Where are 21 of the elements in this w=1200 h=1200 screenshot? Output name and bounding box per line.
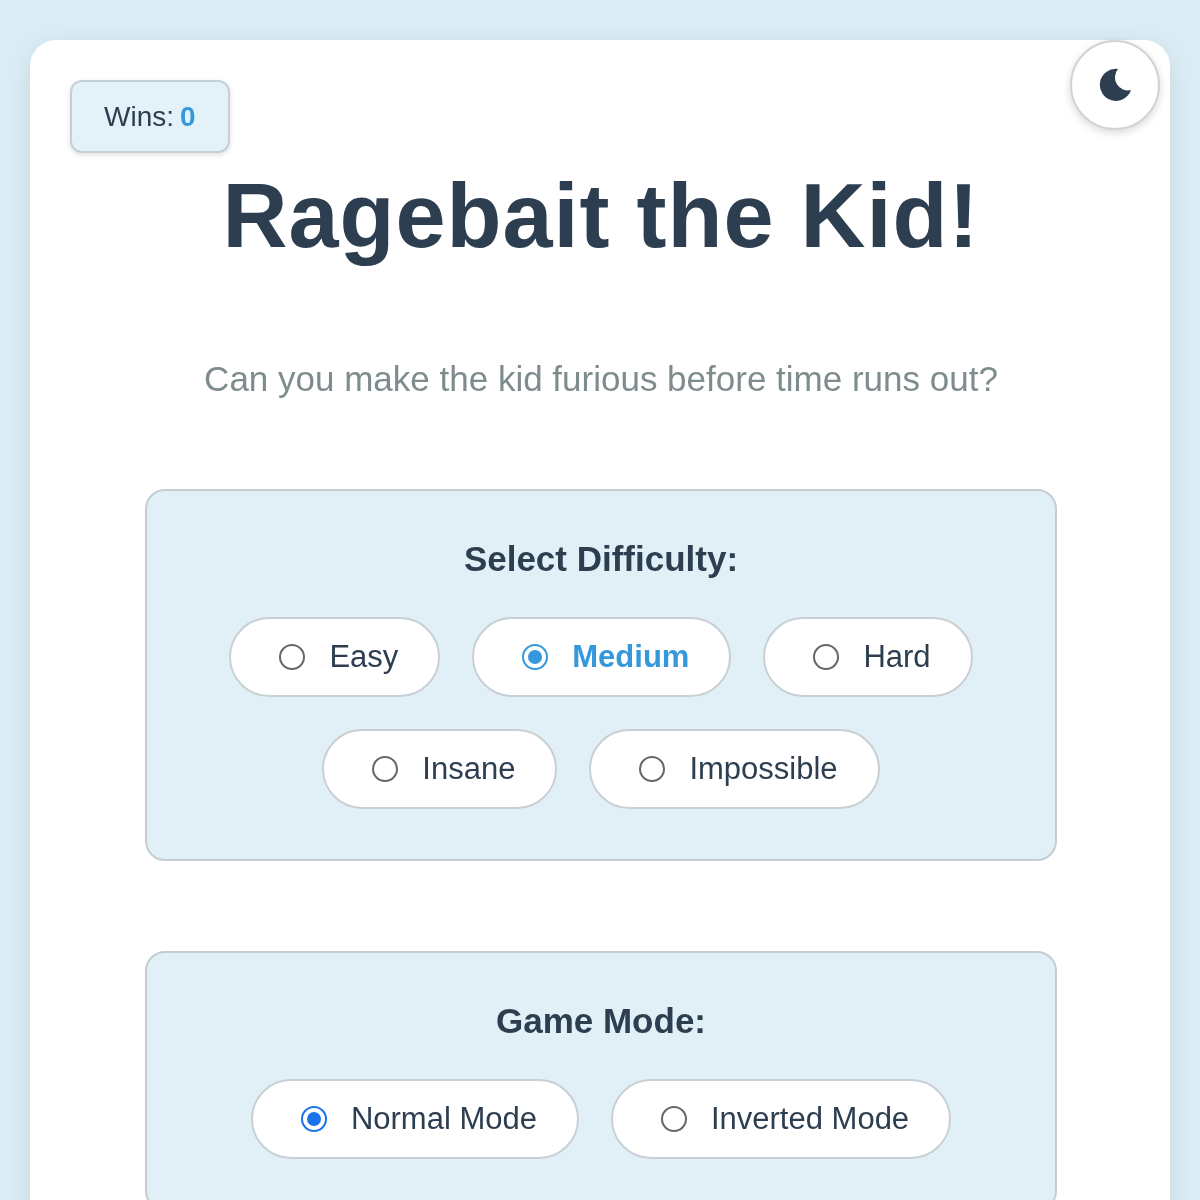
section-heading: Select Difficulty: <box>463 539 739 579</box>
radio-button[interactable] <box>372 756 399 782</box>
radio-option[interactable]: Impossible <box>589 729 880 809</box>
wins-label: Wins: <box>104 100 174 133</box>
radio-option[interactable]: Normal Mode <box>250 1079 579 1159</box>
section-heading: Game Mode: <box>495 1001 706 1041</box>
wins-value: 0 <box>180 100 196 133</box>
radio-button[interactable] <box>300 1106 327 1132</box>
subtitle: Can you make the kid furious before time runs out? <box>203 359 999 399</box>
radio-button[interactable] <box>522 644 549 670</box>
page-title: Ragebait the Kid! <box>221 165 981 268</box>
radio-option[interactable]: Insane <box>322 729 558 809</box>
radio-option[interactable]: Inverted Mode <box>610 1079 952 1159</box>
radio-button[interactable] <box>279 644 306 670</box>
radio-option[interactable]: Easy <box>229 617 441 697</box>
radio-button[interactable] <box>660 1106 687 1132</box>
radio-button[interactable] <box>639 756 666 782</box>
radio-button[interactable] <box>813 644 840 670</box>
theme-toggle-button[interactable] <box>1070 40 1160 130</box>
moon-icon <box>1098 68 1132 102</box>
radio-option[interactable]: Hard <box>763 617 973 697</box>
